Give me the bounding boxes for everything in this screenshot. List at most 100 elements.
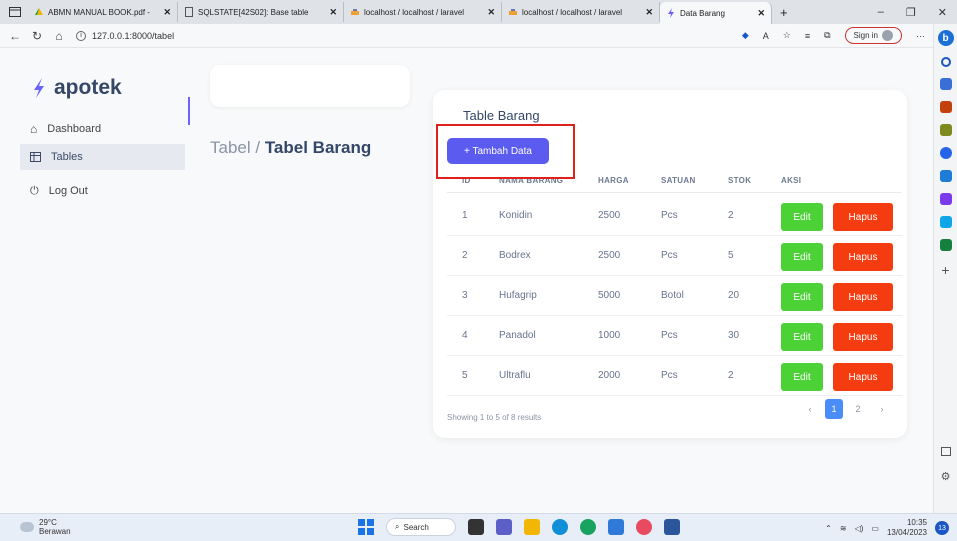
app-icon[interactable] <box>636 519 652 535</box>
vscode-icon[interactable] <box>608 519 624 535</box>
browser-tab-active[interactable]: Data Barang ✕ <box>660 2 772 24</box>
address-bar: ← ↻ ⌂ i 127.0.0.1:8000/tabel ◆ A ☆ ≡ ⧉ S… <box>0 24 957 48</box>
page-button-2[interactable]: 2 <box>849 399 867 419</box>
close-icon[interactable]: ✕ <box>487 7 495 18</box>
weather-desc: Berawan <box>39 527 71 536</box>
browser-tab[interactable]: localhost / localhost / laravel ✕ <box>502 2 660 22</box>
prev-page-button[interactable]: ‹ <box>801 399 819 419</box>
close-window-icon[interactable]: ✕ <box>938 6 947 19</box>
bing-icon[interactable]: b <box>937 30 954 46</box>
shopping-icon[interactable] <box>939 78 952 90</box>
delete-button[interactable]: Hapus <box>833 363 893 391</box>
sign-in-button[interactable]: Sign in <box>844 27 902 44</box>
word-icon[interactable] <box>664 519 680 535</box>
tab-title: Data Barang <box>680 8 725 18</box>
url-text: 127.0.0.1:8000/tabel <box>92 30 175 41</box>
chrome-icon[interactable] <box>580 519 596 535</box>
close-icon[interactable]: ✕ <box>329 7 337 18</box>
breadcrumb-parent[interactable]: Tabel / <box>210 138 265 157</box>
close-icon[interactable]: ✕ <box>163 7 171 18</box>
url-field[interactable]: i 127.0.0.1:8000/tabel <box>76 30 175 41</box>
cell-harga: 5000 <box>598 290 621 301</box>
edit-button[interactable]: Edit <box>781 323 823 351</box>
battery-icon[interactable]: ▭ <box>871 524 879 533</box>
weather-widget[interactable]: 29°C Berawan <box>20 518 71 536</box>
home-icon[interactable]: ⌂ <box>48 29 70 43</box>
edge-sidebar: b + ⚙ <box>933 24 957 513</box>
file-explorer-icon[interactable] <box>524 519 540 535</box>
tab-actions-icon[interactable] <box>6 3 24 21</box>
info-icon[interactable]: i <box>76 30 86 41</box>
highlight-annotation <box>436 124 575 179</box>
cell-id: 5 <box>462 370 468 381</box>
tree-icon[interactable] <box>939 239 952 251</box>
edit-button[interactable]: Edit <box>781 283 823 311</box>
more-icon[interactable]: ··· <box>916 31 925 41</box>
edit-button[interactable]: Edit <box>781 203 823 231</box>
delete-button[interactable]: Hapus <box>833 283 893 311</box>
browser-tab[interactable]: ABMN MANUAL BOOK.pdf - ✕ <box>28 2 178 22</box>
chevron-up-icon[interactable]: ⌃ <box>825 524 832 533</box>
system-tray: ⌃ ≋ ◁) ▭ 10:35 13/04/2023 <box>825 518 927 538</box>
close-icon[interactable]: ✕ <box>645 7 653 18</box>
page-icon <box>185 7 193 17</box>
cell-nama: Panadol <box>499 330 536 341</box>
taskbar-apps: ⌕ Search <box>358 518 680 536</box>
browser-tab[interactable]: SQLSTATE[42S02]: Base table ✕ <box>178 2 344 22</box>
back-icon[interactable]: ← <box>4 29 26 43</box>
read-aloud-icon[interactable]: A <box>763 31 769 41</box>
tools-icon[interactable] <box>939 101 952 113</box>
designer-icon[interactable] <box>939 193 952 205</box>
tab-title: localhost / localhost / laravel <box>522 7 623 17</box>
edge-icon[interactable] <box>552 519 568 535</box>
task-view-icon[interactable] <box>468 519 484 535</box>
add-icon[interactable]: + <box>941 262 949 278</box>
favorite-icon[interactable]: ☆ <box>783 30 791 41</box>
collections-icon[interactable]: ⧉ <box>824 30 830 41</box>
table-row: 2 Bodrex 2500 Pcs 5 Edit Hapus <box>447 236 902 276</box>
cell-nama: Konidin <box>499 210 533 221</box>
sidebar-item-logout[interactable]: ⏻ Log Out <box>20 178 185 204</box>
column-header: HARGA <box>598 176 629 185</box>
settings-icon[interactable]: ⚙ <box>941 470 951 483</box>
games-icon[interactable] <box>939 124 952 136</box>
office-icon[interactable] <box>939 147 952 159</box>
sidebar-toggle-icon[interactable] <box>940 447 951 456</box>
favorites-list-icon[interactable]: ≡ <box>805 31 810 41</box>
outlook-icon[interactable] <box>939 170 952 182</box>
maximize-icon[interactable]: ❐ <box>906 6 916 19</box>
page-button-1[interactable]: 1 <box>825 399 843 419</box>
cell-satuan: Pcs <box>661 330 678 341</box>
edit-button[interactable]: Edit <box>781 243 823 271</box>
chat-icon[interactable] <box>496 519 512 535</box>
delete-button[interactable]: Hapus <box>833 243 893 271</box>
delete-button[interactable]: Hapus <box>833 323 893 351</box>
cell-harga: 2500 <box>598 250 621 261</box>
new-tab-icon[interactable]: + <box>780 5 788 20</box>
laravel-icon <box>668 8 674 18</box>
browser-tab[interactable]: localhost / localhost / laravel ✕ <box>344 2 502 22</box>
sidebar-item-tables[interactable]: Tables <box>20 144 185 170</box>
close-icon[interactable]: ✕ <box>757 8 765 19</box>
table-row: 1 Konidin 2500 Pcs 2 Edit Hapus <box>447 196 902 236</box>
table-row: 5 Ultraflu 2000 Pcs 2 Edit Hapus <box>447 356 902 396</box>
minimize-icon[interactable]: – <box>878 6 884 19</box>
next-page-button[interactable]: › <box>873 399 891 419</box>
volume-icon[interactable]: ◁) <box>855 524 864 533</box>
windows-start-icon[interactable] <box>358 519 374 535</box>
edit-button[interactable]: Edit <box>781 363 823 391</box>
breadcrumb-current: Tabel Barang <box>264 138 372 157</box>
taskbar-search[interactable]: ⌕ Search <box>386 518 456 536</box>
brand[interactable]: apotek <box>32 76 122 100</box>
drop-icon[interactable] <box>939 216 952 228</box>
notification-badge[interactable]: 13 <box>935 521 949 535</box>
top-card <box>210 65 410 107</box>
sidebar-item-dashboard[interactable]: ⌂ Dashboard <box>20 116 185 142</box>
cell-stok: 2 <box>728 370 734 381</box>
delete-button[interactable]: Hapus <box>833 203 893 231</box>
shopping-tag-icon[interactable]: ◆ <box>742 30 749 41</box>
wifi-icon[interactable]: ≋ <box>840 524 847 533</box>
search-icon[interactable] <box>940 57 951 67</box>
clock[interactable]: 10:35 13/04/2023 <box>887 518 927 538</box>
refresh-icon[interactable]: ↻ <box>26 29 48 43</box>
